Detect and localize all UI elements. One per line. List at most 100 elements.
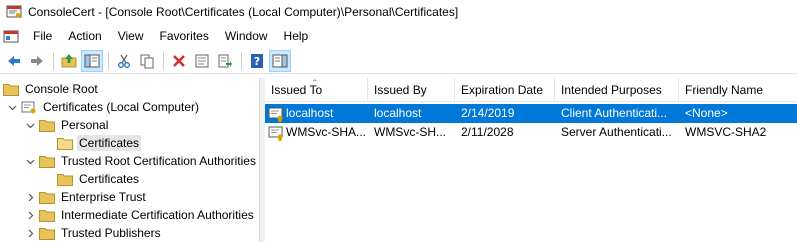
folder-icon: [39, 209, 55, 222]
export-list-button[interactable]: [214, 50, 236, 72]
toolbar-separator: [108, 51, 109, 70]
expand-collapse-chevron-icon[interactable]: [24, 206, 36, 224]
scissors-icon: [118, 54, 130, 68]
show-hide-console-tree-button[interactable]: [81, 49, 103, 72]
tree-node-label: Certificates: [77, 135, 142, 151]
tree-node-label: Personal: [61, 118, 109, 132]
forward-arrow-icon: [31, 55, 43, 66]
issued-to-text: localhost: [286, 106, 334, 120]
tree-node-trusted-root-ca[interactable]: Trusted Root Certification Authorities: [24, 152, 258, 170]
table-row[interactable]: localhost localhost 2/14/2019 Client Aut…: [265, 104, 797, 123]
menu-bar: File Action View Favorites Window Help: [0, 26, 797, 46]
folder-icon: [57, 173, 73, 186]
tree-node-label: Enterprise Trust: [61, 190, 146, 204]
expand-collapse-chevron-icon[interactable]: [24, 116, 36, 134]
tree-node-trusted-publishers[interactable]: Trusted Publishers: [24, 224, 163, 242]
delete-x-icon: [173, 54, 185, 67]
tree-node-personal-certificates[interactable]: Certificates: [57, 134, 142, 152]
issued-to-text: WMSvc-SHA...: [286, 125, 366, 139]
delete-button[interactable]: [168, 50, 190, 72]
toolbar: ?: [0, 48, 797, 74]
tree-node-console-root[interactable]: Console Root: [3, 80, 100, 98]
column-header-friendly-name[interactable]: Friendly Name: [679, 78, 797, 102]
expand-collapse-chevron-icon[interactable]: [24, 152, 36, 170]
tree-node-label: Certificates: [79, 172, 140, 186]
menu-window[interactable]: Window: [217, 26, 276, 46]
folder-icon: [39, 155, 55, 168]
column-header-label: Friendly Name: [685, 83, 764, 97]
menu-view[interactable]: View: [110, 26, 152, 46]
menu-action[interactable]: Action: [60, 26, 109, 46]
cell-intended-purposes: Server Authenticati...: [561, 125, 672, 139]
copy-icon: [140, 54, 154, 68]
tree-node-label: Trusted Root Certification Authorities: [61, 154, 256, 168]
column-header-label: Expiration Date: [461, 83, 544, 97]
mmc-system-menu-icon[interactable]: [3, 28, 19, 44]
table-row[interactable]: WMSvc-SHA... WMSvc-SH... 2/11/2028 Serve…: [265, 123, 797, 142]
expand-collapse-chevron-icon[interactable]: [6, 98, 18, 116]
cell-issued-to: WMSvc-SHA...: [265, 123, 368, 142]
properties-button[interactable]: [191, 50, 213, 72]
back-arrow-icon: [8, 55, 20, 66]
column-header-intended-purposes[interactable]: Intended Purposes: [555, 78, 679, 102]
tree-node-enterprise-trust[interactable]: Enterprise Trust: [24, 188, 148, 206]
forward-button[interactable]: [26, 50, 48, 72]
tree-node-certificates-local-computer[interactable]: Certificates (Local Computer): [6, 98, 201, 116]
certificate-store-icon: [21, 101, 37, 114]
title-bar: ConsoleCert - [Console Root\Certificates…: [0, 0, 797, 24]
window-title: ConsoleCert - [Console Root\Certificates…: [28, 5, 459, 19]
column-header-expiration-date[interactable]: Expiration Date: [455, 78, 555, 102]
cell-expiration-date: 2/14/2019: [461, 106, 515, 120]
cell-friendly-name: WMSVC-SHA2: [685, 125, 767, 139]
action-pane-icon: [272, 54, 288, 67]
folder-icon: [39, 227, 55, 240]
certificate-list[interactable]: ⌃ Issued To Issued By Expiration Date In…: [265, 78, 797, 242]
column-header-label: Intended Purposes: [561, 83, 662, 97]
cell-issued-by: WMSvc-SH...: [374, 125, 446, 139]
toolbar-separator: [163, 51, 164, 70]
tree-node-label: Trusted Publishers: [61, 226, 161, 240]
toolbar-separator: [241, 51, 242, 70]
certificate-with-key-icon: [268, 125, 284, 141]
cut-button[interactable]: [113, 50, 135, 72]
menu-favorites[interactable]: Favorites: [152, 26, 217, 46]
tree-node-label: Intermediate Certification Authorities: [61, 208, 254, 222]
cell-friendly-name: <None>: [685, 106, 728, 120]
help-icon: ?: [251, 53, 263, 68]
console-tree-icon: [84, 54, 100, 67]
folder-icon: [39, 119, 55, 132]
console-tree[interactable]: Console Root Certificates (Local Compute…: [0, 78, 260, 242]
cell-intended-purposes: Client Authenticati...: [561, 106, 668, 120]
tree-node-intermediate-ca[interactable]: Intermediate Certification Authorities: [24, 206, 256, 224]
expand-collapse-chevron-icon[interactable]: [24, 224, 36, 242]
show-hide-action-pane-button[interactable]: [269, 49, 291, 72]
column-header-issued-to[interactable]: ⌃ Issued To: [265, 78, 368, 102]
copy-button[interactable]: [136, 50, 158, 72]
tree-node-label: Console Root: [25, 82, 98, 96]
list-header: ⌃ Issued To Issued By Expiration Date In…: [265, 78, 797, 102]
folder-icon: [3, 83, 19, 96]
tree-node-personal[interactable]: Personal: [24, 116, 110, 134]
up-folder-icon: [61, 53, 77, 67]
tree-node-trusted-root-certificates[interactable]: Certificates: [57, 170, 141, 188]
column-header-issued-by[interactable]: Issued By: [368, 78, 455, 102]
toolbar-separator: [53, 51, 54, 70]
up-one-level-button[interactable]: [58, 50, 80, 72]
menu-file[interactable]: File: [25, 26, 60, 46]
back-button[interactable]: [3, 50, 25, 72]
console-cert-icon: [6, 4, 22, 20]
sort-ascending-icon: ⌃: [311, 78, 319, 88]
expand-collapse-chevron-icon[interactable]: [24, 188, 36, 206]
help-button[interactable]: ?: [246, 50, 268, 72]
open-folder-icon: [57, 137, 73, 150]
cell-issued-to: localhost: [265, 104, 368, 123]
cell-issued-by: localhost: [374, 106, 422, 120]
menu-help[interactable]: Help: [276, 26, 317, 46]
properties-icon: [195, 54, 209, 67]
certificate-with-key-icon: [268, 106, 284, 122]
cell-expiration-date: 2/11/2028: [461, 125, 514, 139]
tree-node-label: Certificates (Local Computer): [43, 100, 200, 114]
svg-text:?: ?: [254, 55, 260, 68]
export-list-icon: [218, 54, 232, 67]
folder-icon: [39, 191, 55, 204]
